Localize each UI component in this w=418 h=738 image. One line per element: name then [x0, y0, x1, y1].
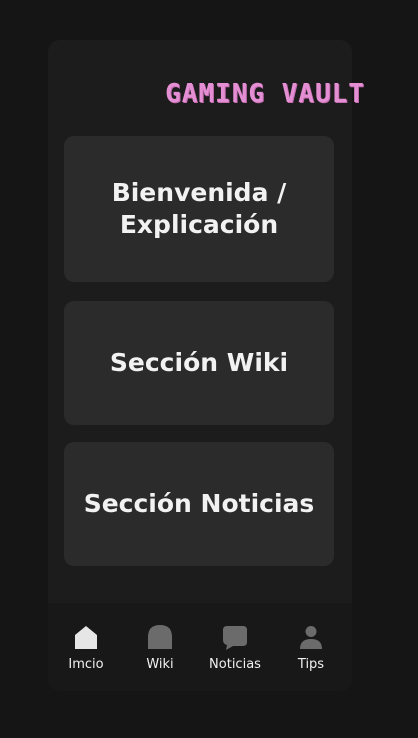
card-noticias-label: Sección Noticias [83, 488, 315, 518]
card-wiki-label: Sección Wiki [109, 347, 289, 377]
tab-wiki-label: Wiki [146, 657, 174, 672]
tab-wiki[interactable]: Wiki [125, 619, 195, 681]
card-noticias[interactable]: Sección Noticias [64, 442, 334, 566]
card-wiki[interactable]: Sección Wiki [64, 301, 334, 425]
app-title: GAMING VAULT [0, 72, 418, 110]
tab-noticias[interactable]: Noticias [200, 619, 270, 681]
chat-icon [223, 626, 247, 650]
bottom-tab-bar: Imcio Wiki Noticias Tips [48, 603, 352, 691]
book-icon [148, 625, 172, 649]
tab-tips[interactable]: Tips [276, 619, 346, 681]
card-bienvenida[interactable]: Bienvenida / Explicación [64, 136, 334, 282]
user-icon [300, 626, 322, 649]
tab-tips-label: Tips [297, 657, 325, 672]
tab-inicio-label: Imcio [68, 657, 104, 672]
home-icon [75, 626, 97, 649]
tab-inicio[interactable]: Imcio [51, 619, 121, 681]
app-title-text: GAMING VAULT [165, 79, 365, 109]
tab-noticias-label: Noticias [209, 657, 261, 672]
card-bienvenida-label: Bienvenida / Explicación [111, 177, 287, 240]
